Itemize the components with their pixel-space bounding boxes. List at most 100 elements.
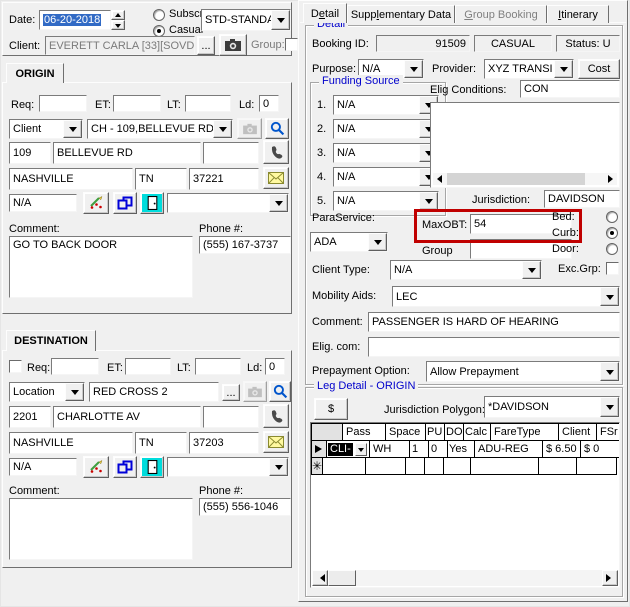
grid-empty-cell[interactable] bbox=[425, 458, 445, 475]
origin-city-input[interactable]: NASHVILLE bbox=[9, 168, 133, 190]
dest-apt-input[interactable] bbox=[203, 406, 259, 428]
tab-detail[interactable]: Detail bbox=[303, 3, 347, 23]
elig-com-input[interactable] bbox=[368, 337, 620, 357]
origin-addr-mode-combo[interactable]: Client bbox=[9, 119, 83, 139]
dropdown-arrow-button[interactable] bbox=[65, 383, 84, 401]
grid-cell-pass[interactable]: CLI- bbox=[327, 441, 370, 458]
dest-et-input[interactable] bbox=[125, 358, 171, 375]
dest-street-no-input[interactable]: 2201 bbox=[9, 406, 51, 428]
grid-empty-cell[interactable] bbox=[577, 458, 618, 475]
dropdown-arrow-button[interactable] bbox=[404, 60, 423, 78]
grid-empty-cell[interactable] bbox=[366, 458, 407, 475]
dest-overlap-button[interactable] bbox=[113, 456, 137, 478]
dest-landmark-combo[interactable] bbox=[167, 457, 289, 477]
client-photo-button[interactable] bbox=[219, 34, 247, 56]
tab-origin[interactable]: ORIGIN bbox=[6, 63, 64, 83]
grid-new-row-selector[interactable]: ✳ bbox=[312, 458, 324, 475]
dropdown-arrow-button[interactable] bbox=[554, 60, 573, 78]
dest-zip-input[interactable]: 37203 bbox=[189, 432, 259, 454]
prepayment-combo[interactable]: Allow Prepayment bbox=[426, 361, 620, 382]
bed-radio[interactable] bbox=[606, 211, 618, 223]
dropdown-arrow-button[interactable] bbox=[63, 120, 82, 138]
client-name-field[interactable]: EVERETT CARLA [33][SOVD0 bbox=[45, 36, 195, 55]
dest-addr-mode-combo[interactable]: Location bbox=[9, 382, 85, 402]
funding-2-combo[interactable]: N/A bbox=[333, 119, 439, 139]
jurisdiction-polygon-combo[interactable]: *DAVIDSON bbox=[484, 396, 620, 418]
origin-lt-input[interactable] bbox=[185, 95, 231, 112]
dest-unit-input[interactable]: N/A bbox=[9, 458, 77, 476]
dropdown-arrow-button[interactable] bbox=[269, 458, 288, 476]
client-type-combo[interactable]: N/A bbox=[390, 260, 542, 280]
tab-destination[interactable]: DESTINATION bbox=[6, 330, 96, 351]
scroll-left-icon[interactable] bbox=[433, 175, 442, 183]
elig-conditions-listbox[interactable] bbox=[430, 102, 620, 188]
subscr-radio[interactable] bbox=[153, 9, 165, 21]
leg-grid[interactable]: Pass Space PU DO Calc FareType Client FS… bbox=[310, 422, 620, 588]
tab-supplementary-data[interactable]: Supplementary Data bbox=[347, 5, 455, 23]
dest-mail-button[interactable] bbox=[263, 431, 289, 453]
client-browse-button[interactable]: ... bbox=[197, 36, 215, 55]
pass-dropdown-button[interactable] bbox=[354, 442, 367, 456]
fare-dollar-button[interactable]: $ bbox=[314, 398, 348, 420]
dropdown-arrow-button[interactable] bbox=[368, 233, 387, 251]
funding-3-combo[interactable]: N/A bbox=[333, 143, 439, 163]
excgrp-checkbox[interactable] bbox=[606, 262, 619, 275]
cost-button[interactable]: Cost bbox=[578, 59, 620, 79]
origin-search-button[interactable] bbox=[265, 118, 289, 139]
dest-state-input[interactable]: TN bbox=[135, 432, 187, 454]
scroll-right-button[interactable] bbox=[602, 570, 618, 586]
tab-itinerary[interactable]: Itinerary bbox=[547, 5, 609, 23]
dest-comment-textarea[interactable] bbox=[9, 498, 193, 560]
dest-req-checkbox[interactable] bbox=[9, 360, 22, 373]
dropdown-arrow-button[interactable] bbox=[600, 362, 619, 381]
origin-map-button[interactable] bbox=[83, 192, 109, 214]
grid-hscrollbar[interactable] bbox=[312, 570, 618, 586]
grid-cell-do[interactable]: 0 bbox=[429, 441, 448, 458]
group-checkbox[interactable] bbox=[285, 38, 298, 51]
dropdown-arrow-button[interactable] bbox=[271, 10, 290, 30]
dest-browse-button[interactable]: ... bbox=[222, 384, 240, 401]
dest-search-button[interactable] bbox=[269, 381, 291, 402]
grid-cell-faretype[interactable]: ADU-REG bbox=[475, 441, 543, 458]
dest-ld-input[interactable]: 0 bbox=[265, 358, 285, 375]
grid-cell-client[interactable]: $ 6.50 bbox=[543, 441, 581, 458]
dest-lt-input[interactable] bbox=[195, 358, 241, 375]
grid-empty-cell[interactable] bbox=[406, 458, 426, 475]
dropdown-arrow-button[interactable] bbox=[600, 397, 619, 417]
origin-street-no-input[interactable]: 109 bbox=[9, 142, 51, 164]
door-radio[interactable] bbox=[606, 243, 618, 255]
grid-empty-cell[interactable] bbox=[444, 458, 472, 475]
grid-row-selector[interactable] bbox=[312, 441, 327, 458]
scroll-left-button[interactable] bbox=[312, 570, 328, 586]
origin-landmark-combo[interactable] bbox=[167, 193, 289, 213]
dropdown-arrow-button[interactable] bbox=[522, 261, 541, 279]
grid-data-row[interactable]: CLI- WH 1 0 Yes ADU-REG $ 6.50 $ 0 bbox=[312, 441, 619, 458]
origin-comment-textarea[interactable]: GO TO BACK DOOR bbox=[9, 236, 193, 298]
curb-radio[interactable] bbox=[606, 227, 618, 239]
dropdown-arrow-button[interactable] bbox=[269, 194, 288, 212]
dropdown-arrow-button[interactable] bbox=[600, 287, 619, 306]
detail-comment-input[interactable]: PASSENGER IS HARD OF HEARING bbox=[368, 312, 620, 332]
grid-cell-fsr[interactable]: $ 0 bbox=[581, 441, 619, 458]
dest-door-button[interactable] bbox=[140, 456, 164, 478]
grid-empty-cell[interactable] bbox=[323, 458, 367, 475]
dest-req-input[interactable] bbox=[51, 358, 99, 375]
origin-door-button[interactable] bbox=[140, 192, 164, 214]
origin-overlap-button[interactable] bbox=[113, 192, 137, 214]
origin-zip-input[interactable]: 37221 bbox=[189, 168, 259, 190]
grid-cell-calc[interactable]: Yes bbox=[448, 441, 475, 458]
scroll-thumb[interactable] bbox=[447, 173, 585, 185]
listbox-hscrollbar[interactable] bbox=[433, 173, 617, 185]
funding-4-combo[interactable]: N/A bbox=[333, 167, 439, 187]
dest-addr-search-input[interactable]: RED CROSS 2 bbox=[89, 382, 219, 402]
dest-phone-input[interactable]: (555) 556-1046 bbox=[199, 498, 291, 516]
dropdown-arrow-button[interactable] bbox=[213, 120, 232, 138]
origin-street-name-input[interactable]: BELLEVUE RD bbox=[53, 142, 201, 164]
origin-et-input[interactable] bbox=[113, 95, 161, 112]
grid-empty-cell[interactable] bbox=[539, 458, 578, 475]
grid-cell-pu[interactable]: 1 bbox=[410, 441, 429, 458]
scroll-right-icon[interactable] bbox=[608, 175, 617, 183]
origin-state-input[interactable]: TN bbox=[135, 168, 187, 190]
dest-city-input[interactable]: NASHVILLE bbox=[9, 432, 133, 454]
origin-ld-input[interactable]: 0 bbox=[259, 95, 279, 112]
